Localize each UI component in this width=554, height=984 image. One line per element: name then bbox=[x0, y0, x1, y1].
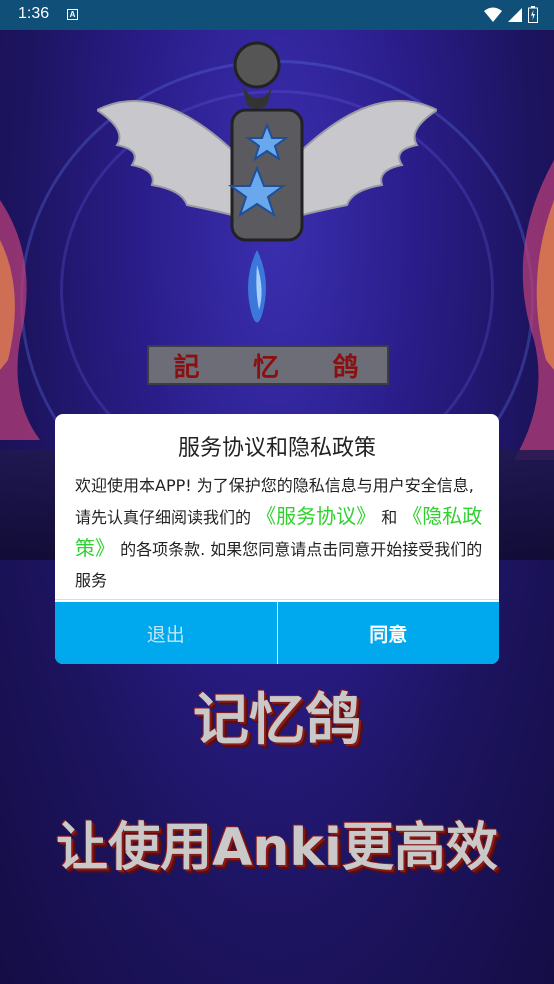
dialog-body: 欢迎使用本APP! 为了保护您的隐私信息与用户安全信息, 请先认真仔细阅读我们的… bbox=[75, 470, 483, 596]
logo-char: 鸽 bbox=[332, 352, 363, 383]
paint-splash-right bbox=[514, 160, 554, 460]
paint-splash-left bbox=[0, 200, 40, 440]
status-time: 1:36 bbox=[18, 5, 50, 22]
terms-of-service-link[interactable]: 《服务协议》 bbox=[256, 504, 376, 528]
exit-button[interactable]: 退出 bbox=[55, 602, 278, 664]
cellular-signal-icon bbox=[508, 7, 522, 22]
privacy-policy-dialog: 服务协议和隐私政策 欢迎使用本APP! 为了保护您的隐私信息与用户安全信息, 请… bbox=[55, 414, 499, 664]
wifi-icon bbox=[484, 7, 502, 22]
status-icons bbox=[484, 6, 538, 23]
logo-char: 忆 bbox=[252, 352, 283, 383]
dialog-body-and: 和 bbox=[381, 508, 398, 527]
dialog-body-outro: 的各项条款. 如果您同意请点击同意开始接受我们的服务 bbox=[75, 540, 483, 590]
battery-icon bbox=[528, 6, 538, 23]
agree-button[interactable]: 同意 bbox=[277, 602, 499, 664]
logo-char: 記 bbox=[173, 352, 204, 383]
notification-a-icon: A bbox=[67, 9, 78, 20]
promo-title: 记忆鸽 bbox=[193, 688, 361, 753]
promo-subtitle: 让使用Anki更高效 bbox=[56, 818, 498, 878]
dialog-divider bbox=[55, 599, 499, 600]
dialog-title: 服务协议和隐私政策 bbox=[177, 436, 376, 461]
logo-plate: 記 忆 鸽 bbox=[147, 345, 389, 385]
pigeon-wings-logo-icon bbox=[97, 41, 437, 323]
dialog-button-bar: 退出 同意 bbox=[55, 602, 499, 664]
status-bar: 1:36 A bbox=[0, 0, 554, 30]
